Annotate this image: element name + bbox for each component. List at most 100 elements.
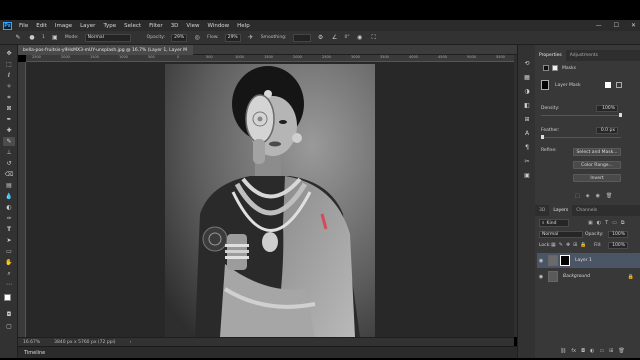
fill-input[interactable]: 100%	[608, 242, 628, 249]
lock-all-icon[interactable]: 🔒	[580, 242, 586, 248]
tab-channels[interactable]: Channels	[572, 205, 601, 216]
color-range-button[interactable]: Color Range...	[573, 161, 621, 169]
hand-tool-icon[interactable]: ✋	[3, 258, 15, 267]
frame-tool-icon[interactable]: ⊠	[3, 104, 15, 113]
lock-image-icon[interactable]: ✎	[559, 242, 563, 248]
status-menu-arrow-icon[interactable]: ›	[130, 340, 132, 345]
eyedropper-tool-icon[interactable]: ✒	[3, 115, 15, 124]
marquee-tool-icon[interactable]: ⬚	[3, 60, 15, 69]
feather-input[interactable]: 0.0 px	[596, 127, 618, 134]
add-mask-icon[interactable]: ◘	[581, 348, 585, 356]
tool-presets-panel-icon[interactable]: ✂	[522, 157, 532, 166]
type-tool-icon[interactable]: T	[3, 225, 15, 234]
layer-row-background[interactable]: ◉ Background 🔒	[537, 269, 640, 284]
flow-input[interactable]: 29%	[224, 33, 241, 42]
layer-style-icon[interactable]: fx	[571, 348, 576, 356]
angle-value[interactable]: 0°	[345, 35, 350, 40]
screen-mode-icon[interactable]: ▢	[3, 322, 15, 331]
layer-filter-select[interactable]: ⌕ Kind	[539, 219, 569, 227]
add-vector-mask-icon[interactable]	[616, 82, 622, 88]
tab-adjustments[interactable]: Adjustments	[566, 50, 602, 61]
new-layer-icon[interactable]: ⊞	[609, 348, 613, 356]
tab-properties[interactable]: Properties	[535, 50, 566, 61]
vector-mask-icon[interactable]	[552, 65, 558, 71]
path-selection-tool-icon[interactable]: ➤	[3, 236, 15, 245]
brush-preset-picker[interactable]: ●	[28, 34, 36, 42]
filter-pixel-icon[interactable]: ▣	[588, 220, 593, 226]
mode-select[interactable]: Normal	[84, 33, 131, 42]
more-tools-icon[interactable]: ⋯	[3, 280, 15, 289]
eraser-tool-icon[interactable]: ⌫	[3, 170, 15, 179]
foreground-color-swatch[interactable]	[4, 294, 11, 301]
menu-help[interactable]: Help	[233, 23, 254, 29]
blend-mode-select[interactable]: Normal	[539, 231, 583, 238]
visibility-toggle-icon[interactable]: ◉	[596, 193, 600, 201]
symmetry-icon[interactable]: ⛶	[370, 34, 378, 42]
horizontal-ruler[interactable]: 2500 2000 1500 1000 500 0 500 1000 1500 2000 2500 3…	[26, 55, 514, 62]
pixel-mask-icon[interactable]	[543, 65, 549, 71]
delete-mask-icon[interactable]: 🗑	[606, 193, 612, 201]
feather-slider[interactable]	[541, 137, 621, 138]
menu-3d[interactable]: 3D	[167, 23, 183, 29]
menu-layer[interactable]: Layer	[76, 23, 99, 29]
new-adjustment-layer-icon[interactable]: ◐	[590, 348, 594, 356]
pressure-size-icon[interactable]: ◉	[356, 34, 364, 42]
menu-edit[interactable]: Edit	[32, 23, 51, 29]
filter-smart-object-icon[interactable]: ⧉	[621, 220, 625, 226]
lock-position-icon[interactable]: ✥	[566, 242, 570, 248]
healing-brush-tool-icon[interactable]: ✚	[3, 126, 15, 135]
zoom-level[interactable]: 16.67%	[23, 340, 40, 345]
apply-mask-icon[interactable]: ◈	[586, 193, 590, 201]
swatches-panel-icon[interactable]: ▦	[522, 73, 532, 82]
quick-selection-tool-icon[interactable]: ✧	[3, 82, 15, 91]
gradient-tool-icon[interactable]: ▤	[3, 181, 15, 190]
delete-layer-icon[interactable]: 🗑	[618, 348, 624, 356]
maximize-button[interactable]: ☐	[614, 22, 619, 29]
lasso-tool-icon[interactable]: ℓ	[3, 71, 15, 80]
minimize-button[interactable]: —	[596, 22, 602, 29]
density-input[interactable]: 100%	[596, 105, 618, 112]
document-image[interactable]	[165, 64, 375, 337]
vertical-ruler[interactable]	[18, 62, 26, 337]
visibility-eye-icon[interactable]: ◉	[537, 274, 545, 280]
libraries-panel-icon[interactable]: ▣	[522, 171, 532, 180]
select-pixel-mask-icon[interactable]	[605, 82, 611, 88]
layer-row-layer1[interactable]: ◉ Layer 1	[537, 253, 640, 268]
timeline-panel-tab[interactable]: Timeline	[18, 346, 534, 358]
move-tool-icon[interactable]: ✥	[3, 49, 15, 58]
link-layers-icon[interactable]: ⛓	[560, 348, 566, 356]
menu-select[interactable]: Select	[120, 23, 145, 29]
filter-type-icon[interactable]: T	[605, 220, 608, 226]
filter-shape-icon[interactable]: ▭	[612, 220, 617, 226]
layer-name[interactable]: Layer 1	[575, 258, 592, 263]
tab-3d[interactable]: 3D	[535, 205, 549, 216]
density-slider-handle[interactable]	[619, 113, 622, 117]
brush-tool-icon[interactable]: ✎	[3, 137, 15, 146]
select-and-mask-button[interactable]: Select and Mask...	[573, 148, 621, 156]
angle-icon[interactable]: ∠	[331, 34, 339, 42]
menu-image[interactable]: Image	[51, 23, 76, 29]
menu-filter[interactable]: Filter	[145, 23, 167, 29]
character-panel-icon[interactable]: A	[522, 129, 532, 138]
layer-opacity-input[interactable]: 100%	[608, 231, 628, 238]
canvas-area[interactable]	[26, 62, 514, 337]
clone-stamp-tool-icon[interactable]: ⊥	[3, 148, 15, 157]
smoothing-input[interactable]	[292, 33, 311, 42]
smoothing-options-gear-icon[interactable]: ⚙	[317, 34, 325, 42]
color-panel-icon[interactable]: ◑	[522, 87, 532, 96]
history-brush-tool-icon[interactable]: ↺	[3, 159, 15, 168]
new-group-icon[interactable]: ▭	[599, 348, 604, 356]
menu-window[interactable]: Window	[203, 23, 233, 29]
blur-tool-icon[interactable]: 💧	[3, 192, 15, 201]
density-slider[interactable]	[541, 115, 621, 116]
feather-slider-handle[interactable]	[541, 135, 544, 139]
adjustments-panel-icon[interactable]: ◧	[522, 101, 532, 110]
tab-layers[interactable]: Layers	[549, 205, 573, 216]
load-selection-icon[interactable]: ⬚	[575, 193, 580, 201]
history-panel-icon[interactable]: ⟲	[522, 59, 532, 68]
filter-adjustment-icon[interactable]: ◐	[597, 220, 601, 226]
close-button[interactable]: ✕	[631, 22, 636, 29]
crop-tool-icon[interactable]: ⌗	[3, 93, 15, 102]
styles-panel-icon[interactable]: ⊞	[522, 115, 532, 124]
dodge-tool-icon[interactable]: ◐	[3, 203, 15, 212]
